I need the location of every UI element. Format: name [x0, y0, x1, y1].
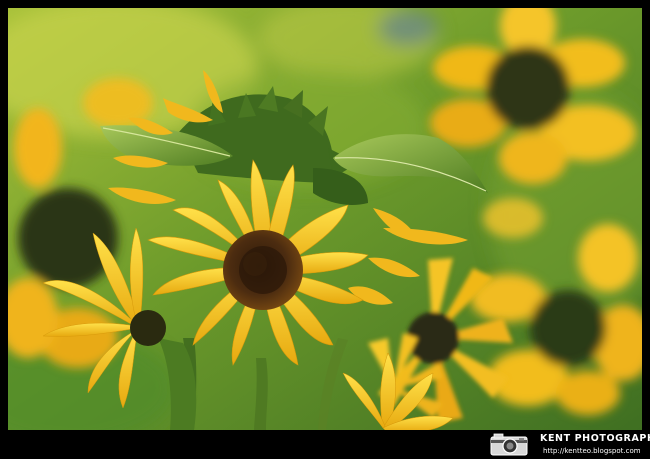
sunflower-photo: [8, 8, 642, 430]
photo-frame: [0, 0, 650, 459]
watermark: KENT PHOTOGRAPHY http://kentteo.blogspot…: [0, 430, 650, 459]
camera-icon: [490, 433, 528, 456]
watermark-url: http://kentteo.blogspot.com: [543, 447, 641, 455]
watermark-brand: KENT PHOTOGRAPHY: [540, 433, 650, 444]
